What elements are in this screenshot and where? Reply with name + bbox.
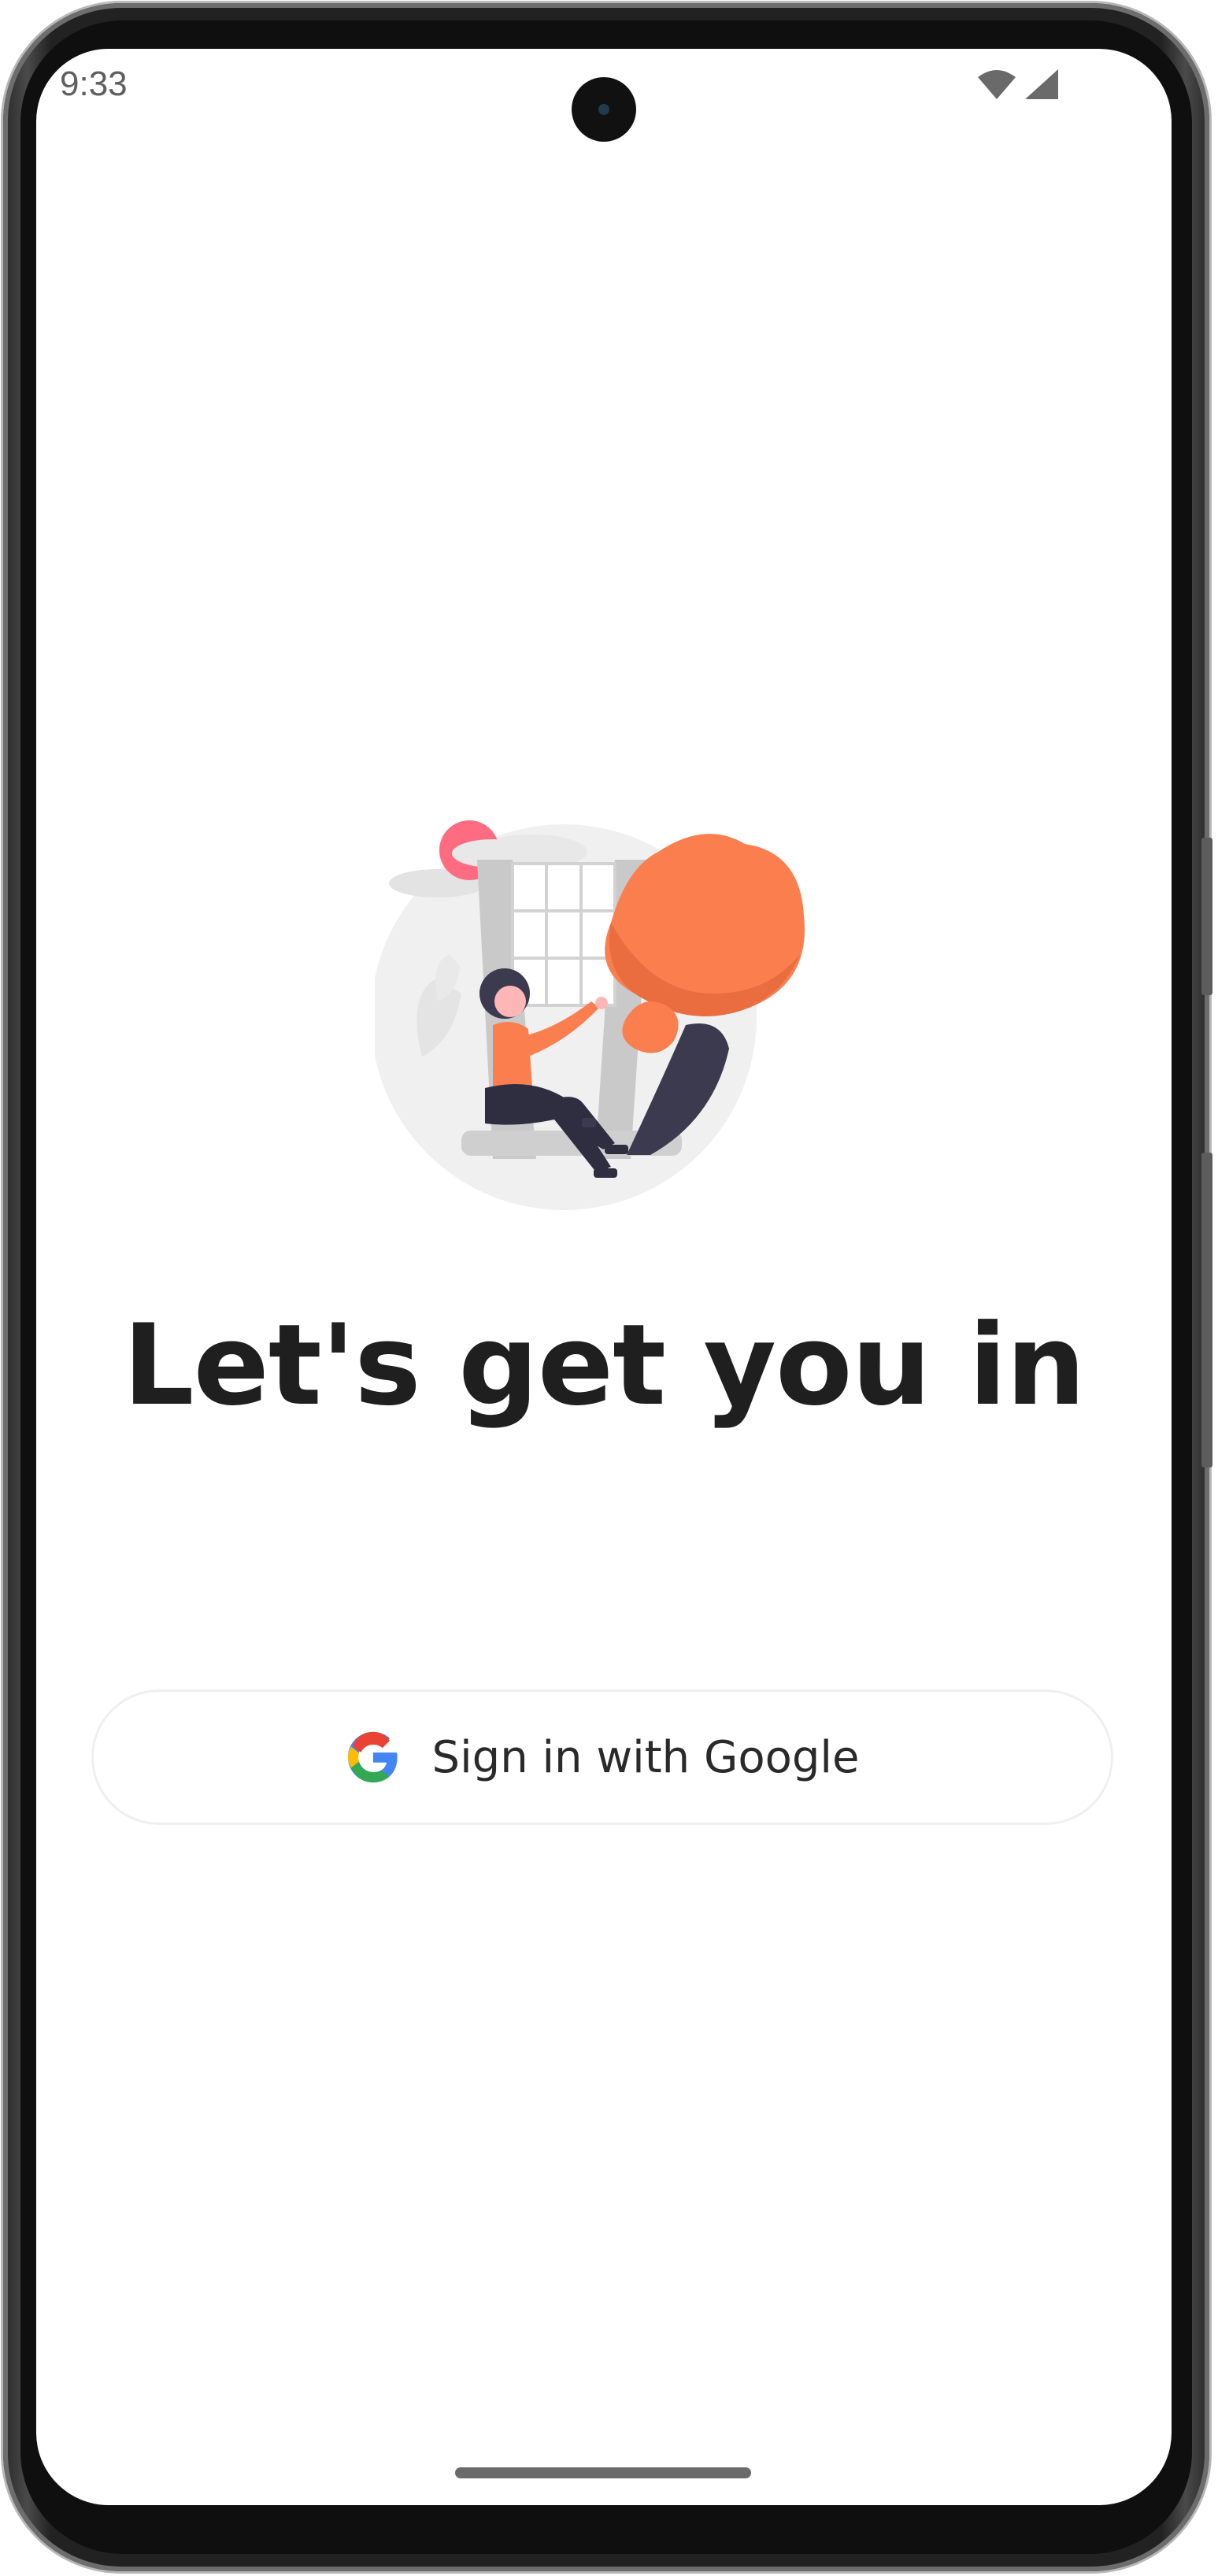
cup xyxy=(582,1118,596,1127)
person-torso xyxy=(493,1022,532,1092)
person-sitting-by-window-illustration xyxy=(375,820,805,1210)
status-time: 9:33 xyxy=(60,65,128,103)
power-button xyxy=(1201,1153,1212,1468)
sign-in-with-google-button[interactable]: Sign in with Google xyxy=(91,1690,1113,1825)
sign-in-with-google-label: Sign in with Google xyxy=(431,1731,860,1783)
status-icons xyxy=(978,69,1058,99)
page-title: Let's get you in xyxy=(123,1301,1086,1430)
google-logo-icon xyxy=(347,1731,398,1783)
home-indicator[interactable] xyxy=(455,2467,751,2478)
volume-button xyxy=(1201,838,1212,995)
wifi-icon xyxy=(978,70,1016,99)
person-face xyxy=(494,986,526,1017)
signal-icon xyxy=(1025,69,1058,99)
front-camera xyxy=(572,77,636,142)
app-screen: 9:33 Let's get you in Sign in with Googl… xyxy=(36,49,1172,2505)
